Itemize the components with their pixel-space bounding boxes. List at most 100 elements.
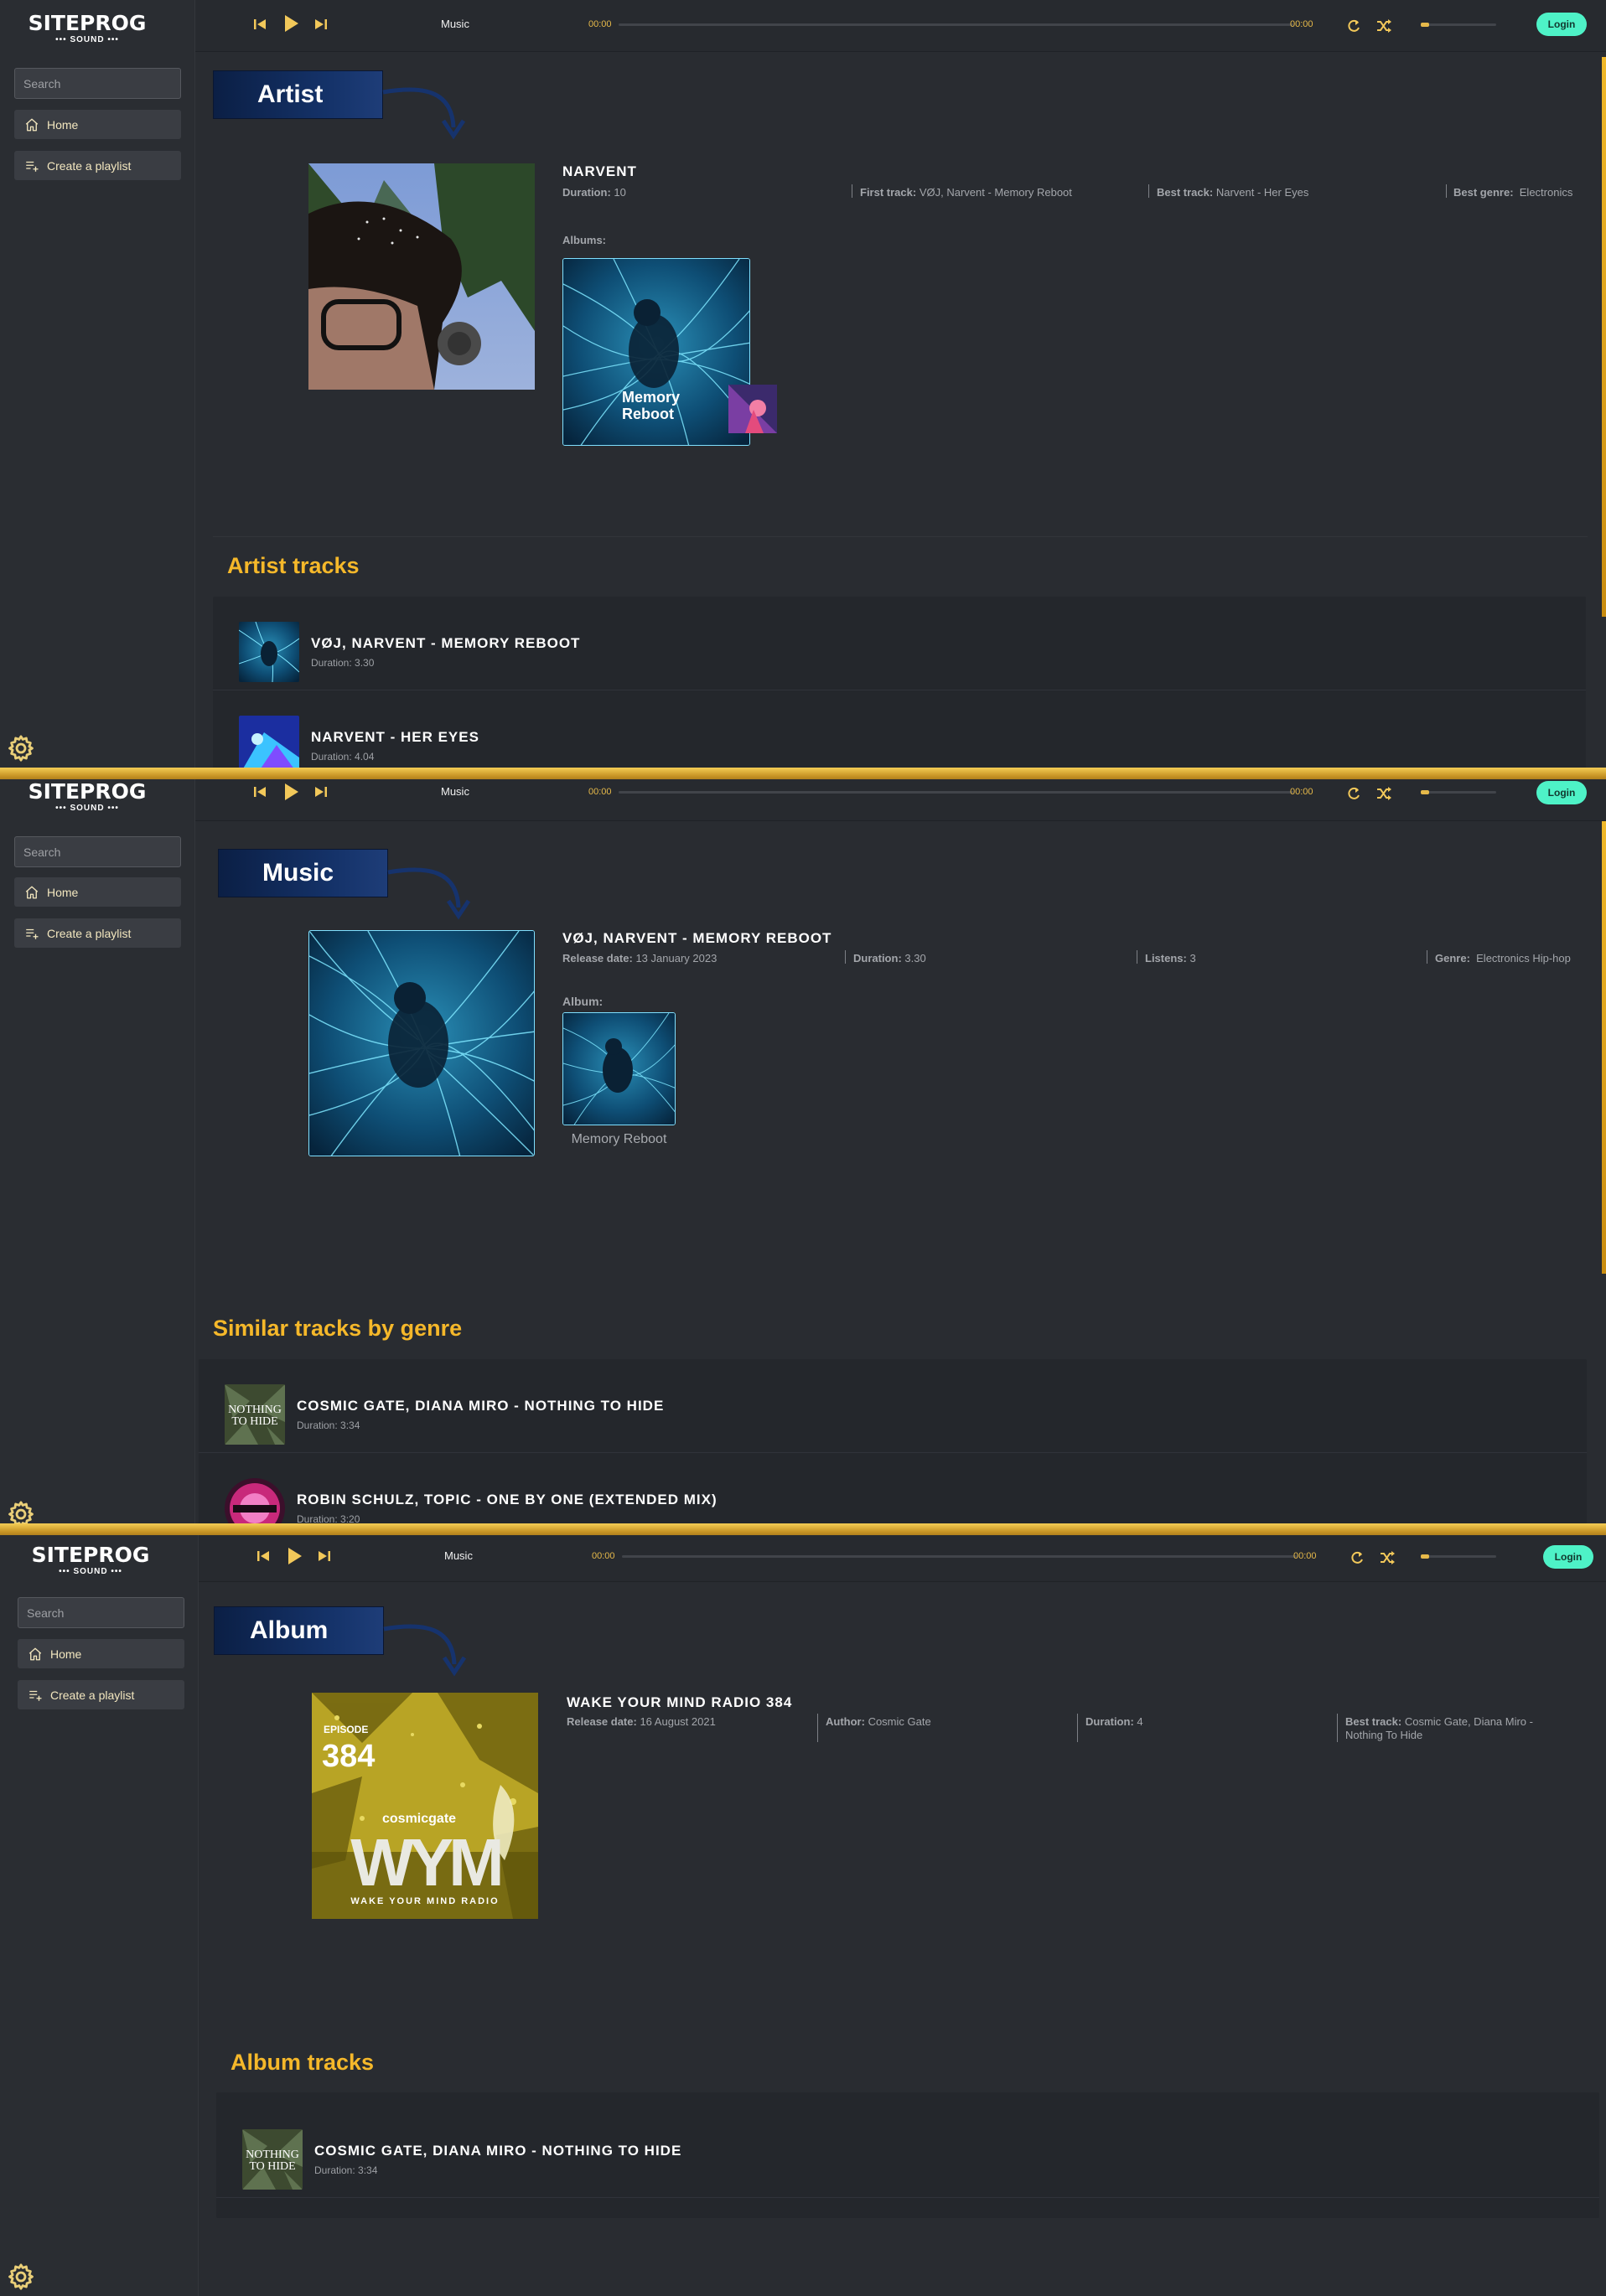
sidebar-item-home[interactable]: Home: [18, 1639, 184, 1668]
sidebar-item-home[interactable]: Home: [14, 877, 181, 907]
repeat-icon[interactable]: [1349, 1549, 1365, 1567]
arrow-icon: [387, 867, 471, 920]
shuffle-icon[interactable]: [1379, 1549, 1396, 1567]
album-track-list: NOTHING TO HIDE COSMIC GATE, DIANA MIRO -…: [216, 2092, 1599, 2218]
listens-label: Listens:: [1145, 952, 1187, 964]
cover-text: NOTHING: [246, 2149, 299, 2161]
best-track-label: Best track:: [1345, 1715, 1402, 1728]
genre-label: Genre:: [1435, 952, 1470, 964]
track-row[interactable]: NARVENT - HER EYES Duration: 4.04: [213, 690, 1586, 768]
search-input[interactable]: [18, 1597, 184, 1628]
volume-fill: [1421, 1554, 1429, 1559]
time-current: 00:00: [592, 1551, 615, 1561]
duration-label: Duration:: [1085, 1715, 1134, 1728]
arrow-icon: [382, 87, 466, 140]
previous-icon[interactable]: [251, 783, 268, 801]
player-bar: Music 00:00 00:00 Login: [199, 1535, 1606, 1582]
scrollbar[interactable]: [1602, 821, 1606, 1274]
track-row[interactable]: NOTHING TO HIDE COSMIC GATE, DIANA MIRO -…: [216, 2104, 1599, 2198]
album-overlay-title: Memory Reboot: [622, 389, 681, 422]
gear-icon[interactable]: [7, 734, 35, 763]
page-label: Artist: [213, 70, 383, 119]
listens-value: 3: [1189, 952, 1196, 964]
scrollbar[interactable]: [1602, 57, 1606, 617]
album-caption[interactable]: Memory Reboot: [562, 1132, 676, 1147]
album-card-secondary[interactable]: [728, 385, 777, 433]
album-card-memory-reboot[interactable]: [562, 1012, 676, 1125]
play-icon[interactable]: [286, 1545, 303, 1567]
volume-slider[interactable]: [1421, 790, 1496, 794]
cover-text: 384: [322, 1739, 375, 1774]
progress-bar[interactable]: [619, 23, 1293, 26]
artist-page: SITEPROG ••• SOUND ••• Home Create a pla…: [0, 0, 1606, 768]
release-value: 13 January 2023: [635, 952, 718, 964]
track-title[interactable]: NARVENT - HER EYES: [311, 729, 479, 746]
search-input[interactable]: [14, 836, 181, 867]
next-icon[interactable]: [316, 1547, 333, 1565]
repeat-icon[interactable]: [1345, 784, 1362, 803]
previous-icon[interactable]: [251, 15, 268, 34]
previous-icon[interactable]: [255, 1547, 272, 1565]
progress-bar[interactable]: [619, 791, 1293, 794]
play-icon[interactable]: [282, 781, 299, 803]
first-track-value[interactable]: VØJ, Narvent - Memory Reboot: [920, 186, 1072, 199]
track-title[interactable]: VØJ, NARVENT - MEMORY REBOOT: [311, 635, 580, 652]
logo[interactable]: SITEPROG ••• SOUND •••: [20, 12, 154, 45]
sidebar-item-create-playlist[interactable]: Create a playlist: [14, 918, 181, 948]
track-release: Release date: 13 January 2023: [562, 952, 717, 964]
album-card-memory-reboot[interactable]: Memory Reboot: [562, 258, 750, 446]
best-track-value[interactable]: Narvent - Her Eyes: [1216, 186, 1309, 199]
artist-first-track: First track: VØJ, Narvent - Memory Reboo…: [860, 186, 1072, 199]
volume-fill: [1421, 790, 1429, 794]
track-title[interactable]: COSMIC GATE, DIANA MIRO - NOTHING TO HID…: [314, 2143, 681, 2159]
progress-bar[interactable]: [622, 1555, 1297, 1558]
login-button[interactable]: Login: [1543, 1545, 1593, 1569]
home-icon: [24, 885, 39, 900]
album-name: WAKE YOUR MIND RADIO 384: [567, 1694, 793, 1710]
first-track-label: First track:: [860, 186, 917, 199]
sidebar: SITEPROG ••• SOUND ••• Home Create a pla…: [0, 1535, 199, 2296]
sidebar-item-label: Home: [50, 1647, 82, 1661]
album-duration: Duration: 4: [1085, 1715, 1143, 1728]
logo[interactable]: SITEPROG ••• SOUND •••: [23, 1544, 158, 1577]
best-genre-label: Best genre:: [1453, 186, 1514, 199]
time-total: 00:00: [1290, 787, 1313, 797]
next-icon[interactable]: [313, 15, 329, 34]
login-button[interactable]: Login: [1536, 13, 1587, 36]
sidebar-item-label: Home: [47, 117, 79, 132]
login-button[interactable]: Login: [1536, 781, 1587, 804]
sidebar-item-label: Create a playlist: [50, 1688, 135, 1702]
meta-divider: [1337, 1714, 1338, 1742]
player-bar: Music 00:00 00:00 Login: [195, 779, 1606, 821]
playlist-add-icon: [28, 1688, 43, 1703]
shuffle-icon[interactable]: [1375, 784, 1392, 803]
play-icon[interactable]: [282, 13, 299, 34]
logo-main: SITEPROG: [28, 779, 147, 804]
sidebar-item-home[interactable]: Home: [14, 110, 181, 139]
page-label: Album: [214, 1606, 384, 1655]
cover-text: NOTHING: [228, 1404, 282, 1416]
music-page: SITEPROG ••• SOUND ••• Home Create a pla…: [0, 779, 1606, 1535]
duration-label: Duration:: [562, 186, 611, 199]
shuffle-icon[interactable]: [1375, 17, 1392, 35]
release-label: Release date:: [562, 952, 633, 964]
next-icon[interactable]: [313, 783, 329, 801]
track-row[interactable]: NOTHING TO HIDE COSMIC GATE, DIANA MIRO -…: [199, 1359, 1587, 1453]
player-label: Music: [441, 18, 469, 30]
author-value[interactable]: Cosmic Gate: [868, 1715, 931, 1728]
meta-divider: [1148, 184, 1149, 198]
sidebar-item-label: Home: [47, 885, 79, 899]
volume-slider[interactable]: [1421, 23, 1496, 27]
volume-slider[interactable]: [1421, 1554, 1496, 1559]
track-row[interactable]: VØJ, NARVENT - MEMORY REBOOT Duration: 3…: [213, 597, 1586, 690]
sidebar-item-create-playlist[interactable]: Create a playlist: [14, 151, 181, 180]
track-cover-large: [308, 930, 535, 1156]
track-genre: Genre: Electronics Hip-hop: [1435, 952, 1571, 964]
track-title[interactable]: ROBIN SCHULZ, TOPIC - ONE BY ONE (EXTEND…: [297, 1492, 718, 1508]
track-title[interactable]: COSMIC GATE, DIANA MIRO - NOTHING TO HID…: [297, 1398, 664, 1414]
logo[interactable]: SITEPROG ••• SOUND •••: [20, 780, 154, 814]
repeat-icon[interactable]: [1345, 17, 1362, 35]
sidebar-item-create-playlist[interactable]: Create a playlist: [18, 1680, 184, 1709]
gear-icon[interactable]: [7, 2262, 35, 2291]
search-input[interactable]: [14, 68, 181, 99]
